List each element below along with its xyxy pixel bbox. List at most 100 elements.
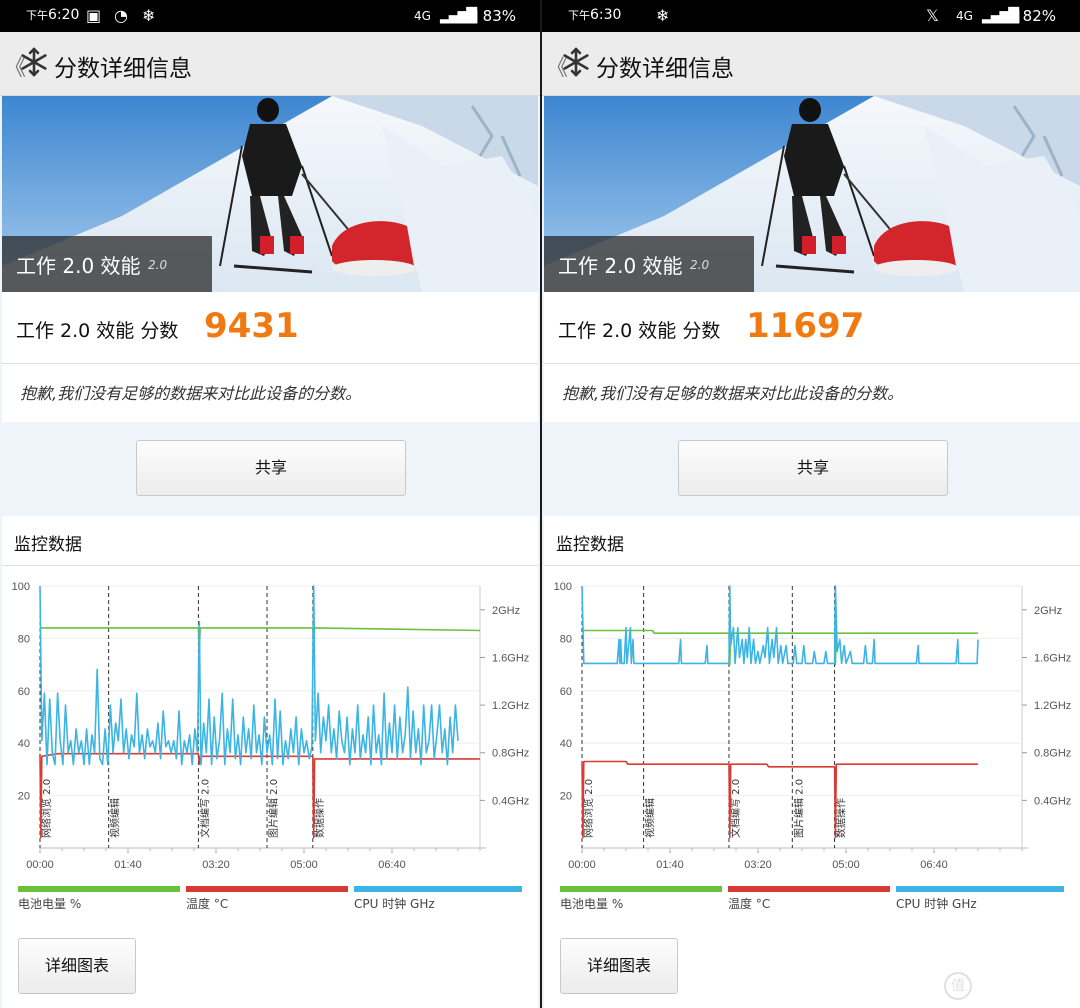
score-card: 工作 2.0 效能 分数 9431 (2, 292, 538, 364)
battery-icon: ▮ (470, 6, 479, 25)
y-right-tick-label: 0.4GHz (1034, 795, 1071, 807)
score-label: 工作 2.0 效能 分数 (558, 320, 721, 342)
hero-test-name: 工作 2.0 效能 (16, 254, 141, 278)
legend-battery-label: 电池电量 % (560, 897, 624, 911)
y-right-tick-label: 2GHz (1034, 605, 1062, 617)
score-value: 11697 (746, 306, 865, 346)
status-time: 下午6:20 (26, 7, 80, 23)
phone-screen-left: 下午6:20 ▣ ◔ ❄ 4G ▂▄▆█ ▮ 83% 《 分数详细信息 工作 2… (0, 0, 540, 1008)
legend-temperature-swatch (728, 886, 890, 892)
monitoring-chart: 20 40 60 80 100 0.4GHz 0.8GHz 1.2GHz 1.6GHz 2GHz 0… (554, 581, 1072, 871)
x-tick-label: 03:20 (202, 859, 230, 871)
share-button[interactable]: 共享 (136, 440, 406, 496)
y-left-tick-label: 80 (560, 633, 572, 645)
section-label: 视频编辑 (644, 798, 657, 838)
watermark: 值 什么值得买 (944, 972, 1068, 1000)
x-tick-label: 06:40 (920, 859, 948, 871)
network-type: 4G (414, 9, 431, 23)
y-left-tick-label: 60 (560, 686, 572, 698)
legend-battery: 电池电量 % (18, 886, 180, 912)
legend-cpu-label: CPU 时钟 GHz (896, 897, 977, 911)
share-button[interactable]: 共享 (678, 440, 948, 496)
y-left-tick-label: 60 (18, 686, 30, 698)
image-icon: ▣ (86, 6, 102, 25)
y-right-tick-label: 0.8GHz (492, 748, 529, 760)
score-label: 工作 2.0 效能 分数 (16, 320, 179, 342)
app-bar: 《 分数详细信息 (0, 32, 540, 96)
section-label: 视频编辑 (109, 798, 122, 838)
status-bar: 下午6:30 ❄ 𝕏 4G ▂▄▆█ ▮ 82% (542, 0, 1080, 32)
snowflake-icon: ❄ (656, 6, 670, 25)
monitoring-title: 监控数据 (14, 535, 82, 555)
legend-temperature: 温度 °C (186, 886, 348, 912)
legend-temperature-label: 温度 °C (186, 897, 229, 911)
hero-version: 2.0 (148, 258, 168, 272)
score-value: 9431 (204, 306, 299, 346)
x-tick-label: 03:20 (744, 859, 772, 871)
app-logo-icon (563, 47, 589, 77)
y-right-tick-label: 1.6GHz (492, 652, 529, 664)
network-type: 4G (956, 9, 973, 23)
monitoring-header: 监控数据 (544, 516, 1080, 566)
wifi-icon: ◔ (114, 6, 128, 25)
y-left-tick-label: 20 (560, 791, 572, 803)
y-left-tick-label: 100 (554, 581, 572, 593)
y-right-tick-label: 1.2GHz (1034, 700, 1071, 712)
x-tick-label: 01:40 (656, 859, 684, 871)
score-card: 工作 2.0 效能 分数 11697 (544, 292, 1080, 364)
series-battery-line (40, 627, 481, 653)
legend-battery-label: 电池电量 % (18, 897, 82, 911)
snowflake-icon: ❄ (142, 6, 156, 25)
monitoring-card: 监控数据 20 40 60 80 100 0.4GHz 0.8GHz 1.2GHz 1.6GHz… (2, 516, 538, 1008)
hero-label: 工作 2.0 效能 2.0 (2, 236, 212, 292)
battery-percent: 83% (482, 7, 516, 25)
series-cpu-line (581, 585, 979, 665)
comparison-note: 抱歉,我们没有足够的数据来对比此设备的分数。 (562, 384, 904, 403)
legend-cpu: CPU 时钟 GHz (896, 886, 1064, 912)
y-right-tick-label: 1.2GHz (492, 700, 529, 712)
hero-image: 工作 2.0 效能 2.0 (2, 96, 538, 292)
screenshot-pair: 下午6:20 ▣ ◔ ❄ 4G ▂▄▆█ ▮ 83% 《 分数详细信息 工作 2… (0, 0, 1080, 1008)
legend-temperature: 温度 °C (728, 886, 890, 912)
page-title: 分数详细信息 (596, 56, 734, 82)
x-tick-label: 06:40 (378, 859, 406, 871)
comparison-note-card: 抱歉,我们没有足够的数据来对比此设备的分数。 (2, 364, 538, 422)
legend-cpu: CPU 时钟 GHz (354, 886, 522, 912)
y-left-tick-label: 40 (560, 738, 572, 750)
hero-version: 2.0 (690, 258, 710, 272)
y-right-tick-label: 0.8GHz (1034, 748, 1071, 760)
y-right-tick-label: 1.6GHz (1034, 652, 1071, 664)
monitoring-card: 监控数据 20 40 60 80 100 0.4GHz 0.8GHz 1.2GHz 1.6GHz… (544, 516, 1080, 1008)
detail-chart-button[interactable]: 详细图表 (560, 938, 678, 994)
x-tick-label: 00:00 (26, 859, 54, 871)
x-tick-label: 05:00 (290, 859, 318, 871)
status-time: 下午6:30 (568, 7, 622, 23)
hero-test-name: 工作 2.0 效能 (558, 254, 683, 278)
legend-temperature-label: 温度 °C (728, 897, 771, 911)
detail-chart-button[interactable]: 详细图表 (18, 938, 136, 994)
x-tick-label: 01:40 (114, 859, 142, 871)
legend-battery-swatch (18, 886, 180, 892)
x-tick-label: 05:00 (832, 859, 860, 871)
y-right-tick-label: 0.4GHz (492, 795, 529, 807)
series-temperature-line (581, 760, 978, 839)
legend-battery-swatch (560, 886, 722, 892)
app-logo-icon (21, 47, 47, 77)
x-notification-icon: 𝕏 (926, 6, 939, 25)
battery-icon: ▮ (1012, 6, 1021, 25)
y-left-tick-label: 100 (12, 581, 30, 593)
status-bar: 下午6:20 ▣ ◔ ❄ 4G ▂▄▆█ ▮ 83% (0, 0, 540, 32)
battery-percent: 82% (1022, 7, 1056, 25)
section-label: 图片编辑 2.0 (792, 779, 805, 838)
x-tick-label: 00:00 (568, 859, 596, 871)
section-label: 文档编写 2.0 (198, 779, 211, 838)
legend-battery: 电池电量 % (560, 886, 722, 912)
watermark-logo-icon: 值 (944, 972, 972, 1000)
y-left-tick-label: 40 (18, 738, 30, 750)
page-title: 分数详细信息 (54, 56, 192, 82)
comparison-note: 抱歉,我们没有足够的数据来对比此设备的分数。 (20, 384, 362, 403)
legend-cpu-swatch (354, 886, 522, 892)
hero-image: 工作 2.0 效能 2.0 (544, 96, 1080, 292)
app-bar: 《 分数详细信息 (542, 32, 1080, 96)
series-cpu-line (39, 585, 459, 766)
